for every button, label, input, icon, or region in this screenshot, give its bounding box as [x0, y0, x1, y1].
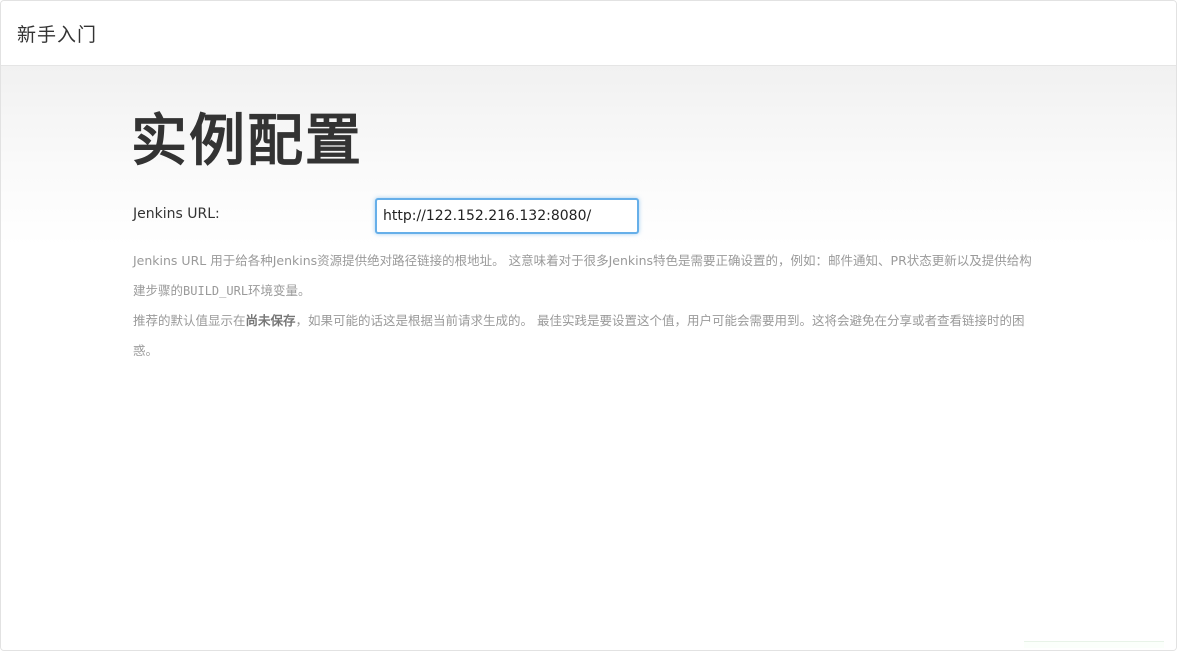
not-saved-emphasis: 尚未保存 [245, 313, 296, 328]
jenkins-url-label: Jenkins URL: [133, 206, 220, 222]
footer-edge [1024, 641, 1164, 648]
wizard-title: 新手入门 [17, 24, 98, 46]
help-paragraph-1: Jenkins URL 用于给各种Jenkins资源提供绝对路径链接的根地址。 … [133, 253, 1032, 298]
build-url-code: BUILD_URL [183, 284, 249, 298]
jenkins-url-input[interactable] [375, 198, 639, 234]
setup-wizard-window: 新手入门 实例配置 Jenkins URL: Jenkins URL 用于给各种… [0, 0, 1177, 651]
main-content: 实例配置 Jenkins URL: Jenkins URL 用于给各种Jenki… [1, 66, 1176, 650]
help-paragraph-2: 推荐的默认值显示在尚未保存，如果可能的话这是根据当前请求生成的。 最佳实践是要设… [133, 313, 1025, 358]
url-help-text: Jenkins URL 用于给各种Jenkins资源提供绝对路径链接的根地址。 … [133, 246, 1043, 366]
header-bar: 新手入门 [1, 1, 1176, 66]
page-title: 实例配置 [131, 109, 363, 174]
